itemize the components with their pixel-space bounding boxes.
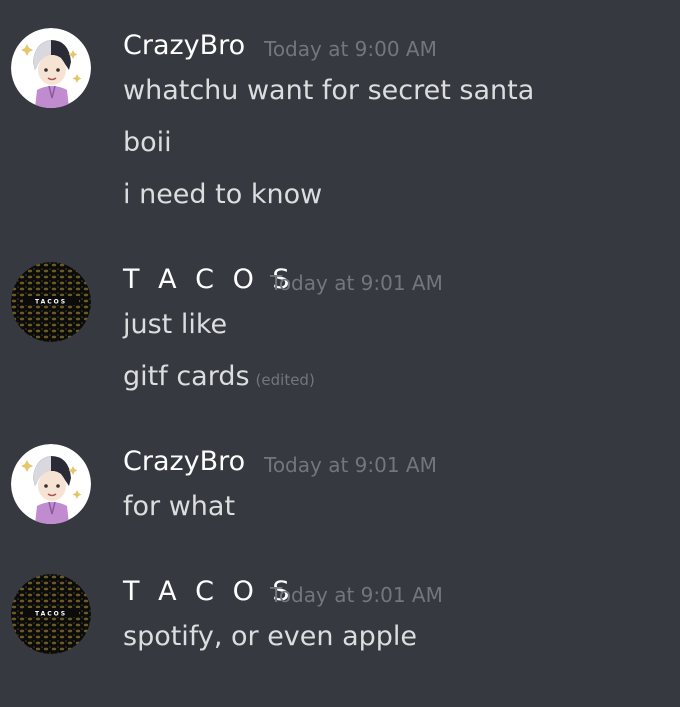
tacos-logo-text: TACOS [35, 299, 67, 306]
message-text: boii [123, 127, 172, 158]
message-text: for what [123, 491, 236, 522]
message-author[interactable]: CrazyBro [123, 30, 245, 61]
message-timestamp: Today at 9:01 AM [270, 271, 443, 295]
message-text: i need to know [123, 179, 323, 210]
tacos-logo-text: TACOS [35, 611, 67, 618]
message-text: whatchu want for secret santa [123, 75, 535, 106]
message-author[interactable]: CrazyBro [123, 446, 245, 477]
message-timestamp: Today at 9:01 AM [270, 583, 443, 607]
tacos-avatar-icon[interactable]: TACOS [11, 574, 91, 654]
message-text-content: gitf cards [123, 361, 250, 392]
message-text: gitf cards (edited) [123, 361, 315, 392]
crazybro-avatar-icon[interactable] [11, 28, 91, 108]
message-text: just like [123, 309, 228, 340]
message-timestamp: Today at 9:01 AM [264, 453, 437, 477]
message-text: spotify, or even apple [123, 621, 418, 652]
message-timestamp: Today at 9:00 AM [264, 37, 437, 61]
message-author[interactable]: T A C O S [123, 264, 295, 295]
tacos-avatar-icon[interactable]: TACOS [11, 262, 91, 342]
crazybro-avatar-icon[interactable] [11, 444, 91, 524]
message-author[interactable]: T A C O S [123, 576, 295, 607]
edited-label: (edited) [255, 371, 315, 389]
